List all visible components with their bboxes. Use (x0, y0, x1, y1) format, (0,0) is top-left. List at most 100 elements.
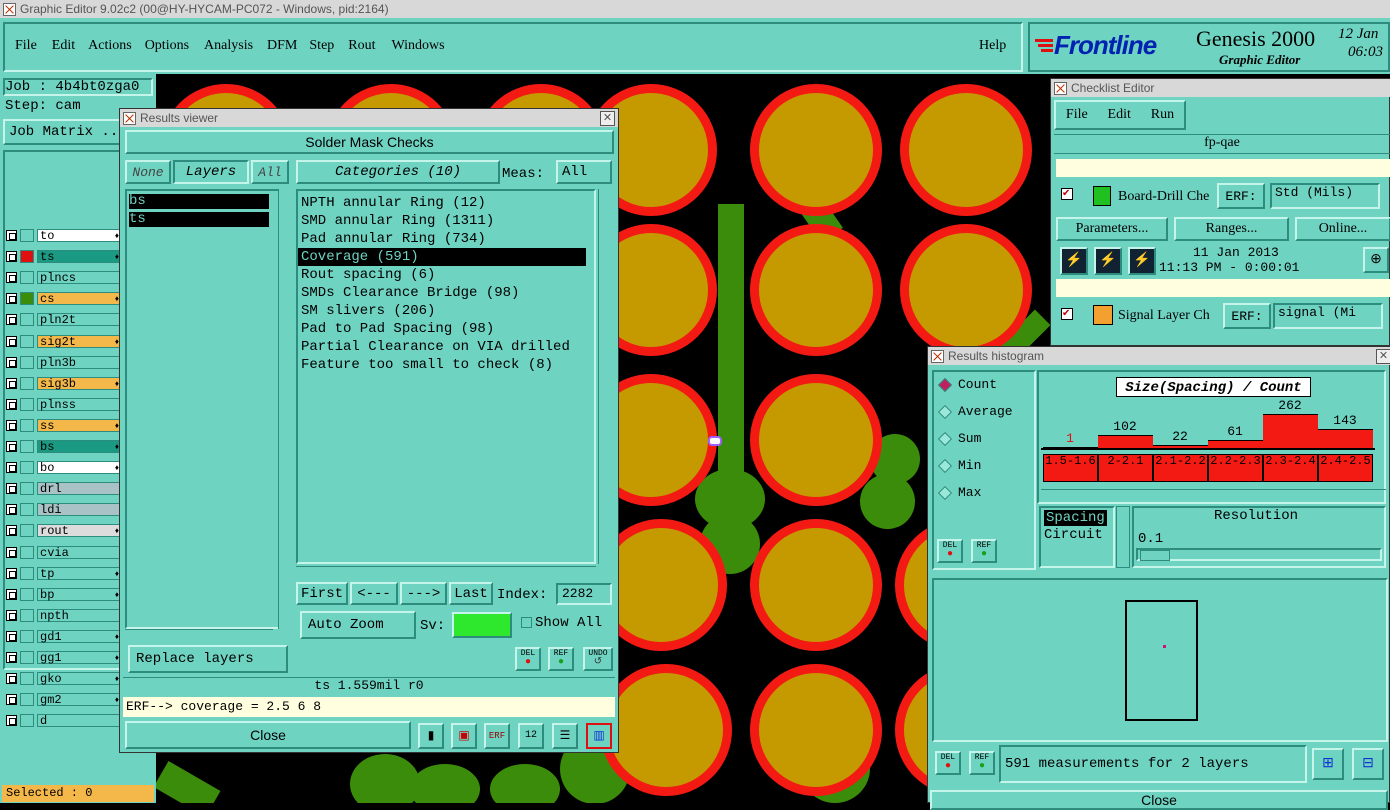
layer-color-swatch[interactable] (20, 334, 34, 348)
layer-row-tp[interactable]: tp ♦ (6, 566, 121, 581)
categories-hscrollbar[interactable] (296, 566, 596, 578)
layer-name[interactable]: pln3b (37, 355, 121, 369)
layer-name[interactable]: to (37, 229, 121, 243)
mode-count-radio[interactable]: Count (937, 377, 997, 392)
layer-name[interactable]: drl (37, 482, 121, 496)
layer-color-swatch[interactable] (20, 482, 34, 496)
layer-row-plnss[interactable]: plnss (6, 397, 121, 412)
layer-name[interactable]: bs (37, 440, 121, 454)
layer-name[interactable]: tp (37, 566, 121, 580)
menu-dfm[interactable]: DFM (267, 38, 297, 58)
layers-hscrollbar[interactable] (125, 629, 273, 641)
prev-button[interactable]: <--- (350, 582, 398, 605)
layer-results-list[interactable]: bs ts (125, 189, 281, 629)
layer-name[interactable]: sig3b (37, 376, 121, 390)
layer-color-swatch[interactable] (20, 693, 34, 707)
erf-value-1[interactable]: Std (Mils) (1270, 183, 1380, 209)
category-item[interactable]: Feature too small to check (8) (298, 356, 594, 374)
categories-list[interactable]: NPTH annular Ring (12) SMD annular Ring (… (296, 189, 596, 564)
layer-row-d[interactable]: d (6, 713, 121, 728)
layer-row-ts[interactable]: ts ♦ (6, 249, 121, 264)
layer-checkbox[interactable] (6, 272, 17, 284)
layer-name[interactable]: d (37, 714, 121, 728)
first-button[interactable]: First (296, 582, 348, 605)
export-icon[interactable]: ⊞ (1312, 748, 1344, 780)
histogram-bucket-label[interactable]: 2-2.1 (1098, 454, 1153, 482)
layer-row-rout[interactable]: rout ♦ (6, 523, 121, 538)
mode-average-radio[interactable]: Average (937, 404, 1013, 419)
layer-checkbox[interactable] (6, 483, 17, 495)
index-input[interactable]: 2282 (556, 583, 612, 605)
histogram-bucket-label[interactable]: 1.5-1.6 (1043, 454, 1098, 482)
summary-del-button[interactable]: DEL ● (935, 751, 961, 775)
stop-icon[interactable]: ⚡ (1128, 247, 1156, 275)
layer-row-to[interactable]: to ♦ (6, 228, 121, 243)
layer-name[interactable]: pln2t (37, 313, 121, 327)
layer-row-pln2t[interactable]: pln2t (6, 312, 121, 327)
menu-edit[interactable]: Edit (52, 38, 75, 58)
layer-checkbox[interactable] (6, 673, 17, 685)
action-checkbox[interactable]: ✔ (1061, 188, 1073, 200)
chart-hscrollbar[interactable] (1041, 489, 1386, 501)
layer-result-item[interactable]: bs (129, 194, 269, 209)
erf-button-2[interactable]: ERF: (1223, 303, 1271, 329)
layer-name[interactable]: plnss (37, 397, 121, 411)
meas-select[interactable]: All (556, 160, 612, 184)
run-icon[interactable]: ⚡ (1060, 247, 1088, 275)
histogram-bucket-label[interactable]: 2.2-2.3 (1208, 454, 1263, 482)
layer-checkbox[interactable] (6, 567, 17, 579)
erf-button-1[interactable]: ERF: (1217, 183, 1265, 209)
histogram-icon[interactable]: ▥ (586, 723, 612, 749)
layer-row-bo[interactable]: bo ♦ (6, 460, 121, 475)
menu-options[interactable]: Options (145, 38, 189, 58)
layer-row-sig2t[interactable]: sig2t ♦ (6, 334, 121, 349)
menu-file[interactable]: File (15, 38, 37, 58)
layer-color-swatch[interactable] (20, 672, 34, 686)
resolution-slider-handle[interactable] (1140, 550, 1170, 561)
layer-row-drl[interactable]: drl (6, 481, 121, 496)
category-item[interactable]: Coverage (591) (298, 248, 586, 266)
layer-color-swatch[interactable] (20, 376, 34, 390)
layer-name[interactable]: sig2t (37, 334, 121, 348)
layer-name[interactable]: gd1 (37, 629, 121, 643)
layer-color-swatch[interactable] (20, 503, 34, 517)
layer-name[interactable]: ldi (37, 503, 121, 517)
layer-color-swatch[interactable] (20, 714, 34, 728)
layers-button[interactable]: Layers (173, 160, 249, 184)
layer-color-swatch[interactable] (20, 229, 34, 242)
layer-name[interactable]: rout (37, 524, 121, 538)
category-item[interactable]: Partial Clearance on VIA drilled (298, 338, 594, 356)
category-item[interactable]: NPTH annular Ring (12) (298, 194, 594, 212)
layer-checkbox[interactable] (6, 694, 17, 706)
layer-checkbox[interactable] (6, 652, 17, 663)
layer-color-swatch[interactable] (20, 545, 34, 559)
layer-name[interactable]: gg1 (37, 651, 121, 665)
histogram-bucket-label[interactable]: 2.4-2.5 (1318, 454, 1373, 482)
histogram-bucket-label[interactable]: 2.1-2.2 (1153, 454, 1208, 482)
layer-color-swatch[interactable] (20, 629, 34, 643)
categories-button[interactable]: Categories (10) (296, 160, 500, 184)
menu-windows[interactable]: Windows (392, 38, 445, 58)
layer-color-swatch[interactable] (20, 418, 34, 432)
layer-row-cvia[interactable]: cvia (6, 545, 121, 560)
categories-scrollbar[interactable] (598, 189, 612, 564)
resolution-slider[interactable] (1136, 548, 1382, 561)
print-icon[interactable]: ▣ (451, 723, 477, 749)
layer-checkbox[interactable] (6, 230, 17, 241)
mode-min-radio[interactable]: Min (937, 458, 981, 473)
menu-step[interactable]: Step (309, 38, 334, 58)
layer-name[interactable]: plncs (37, 271, 121, 285)
histogram-bar[interactable] (1098, 435, 1153, 448)
layer-color-swatch[interactable] (20, 271, 34, 285)
layer-checkbox[interactable] (6, 356, 17, 368)
checklist-menu-edit[interactable]: Edit (1108, 107, 1131, 123)
layer-checkbox[interactable] (6, 504, 17, 516)
layer-name[interactable]: bo (37, 461, 121, 475)
layer-row-gd1[interactable]: gd1 ♦ (6, 629, 121, 644)
parameters-button[interactable]: Parameters... (1056, 217, 1168, 241)
layer-row-cs[interactable]: cs ♦ (6, 291, 121, 306)
zoom-icon[interactable]: ⊕ (1363, 247, 1389, 273)
layer-checkbox[interactable] (6, 251, 17, 263)
layout-icon[interactable]: ⊟ (1352, 748, 1384, 780)
replace-layers-button[interactable]: Replace layers (128, 645, 288, 673)
